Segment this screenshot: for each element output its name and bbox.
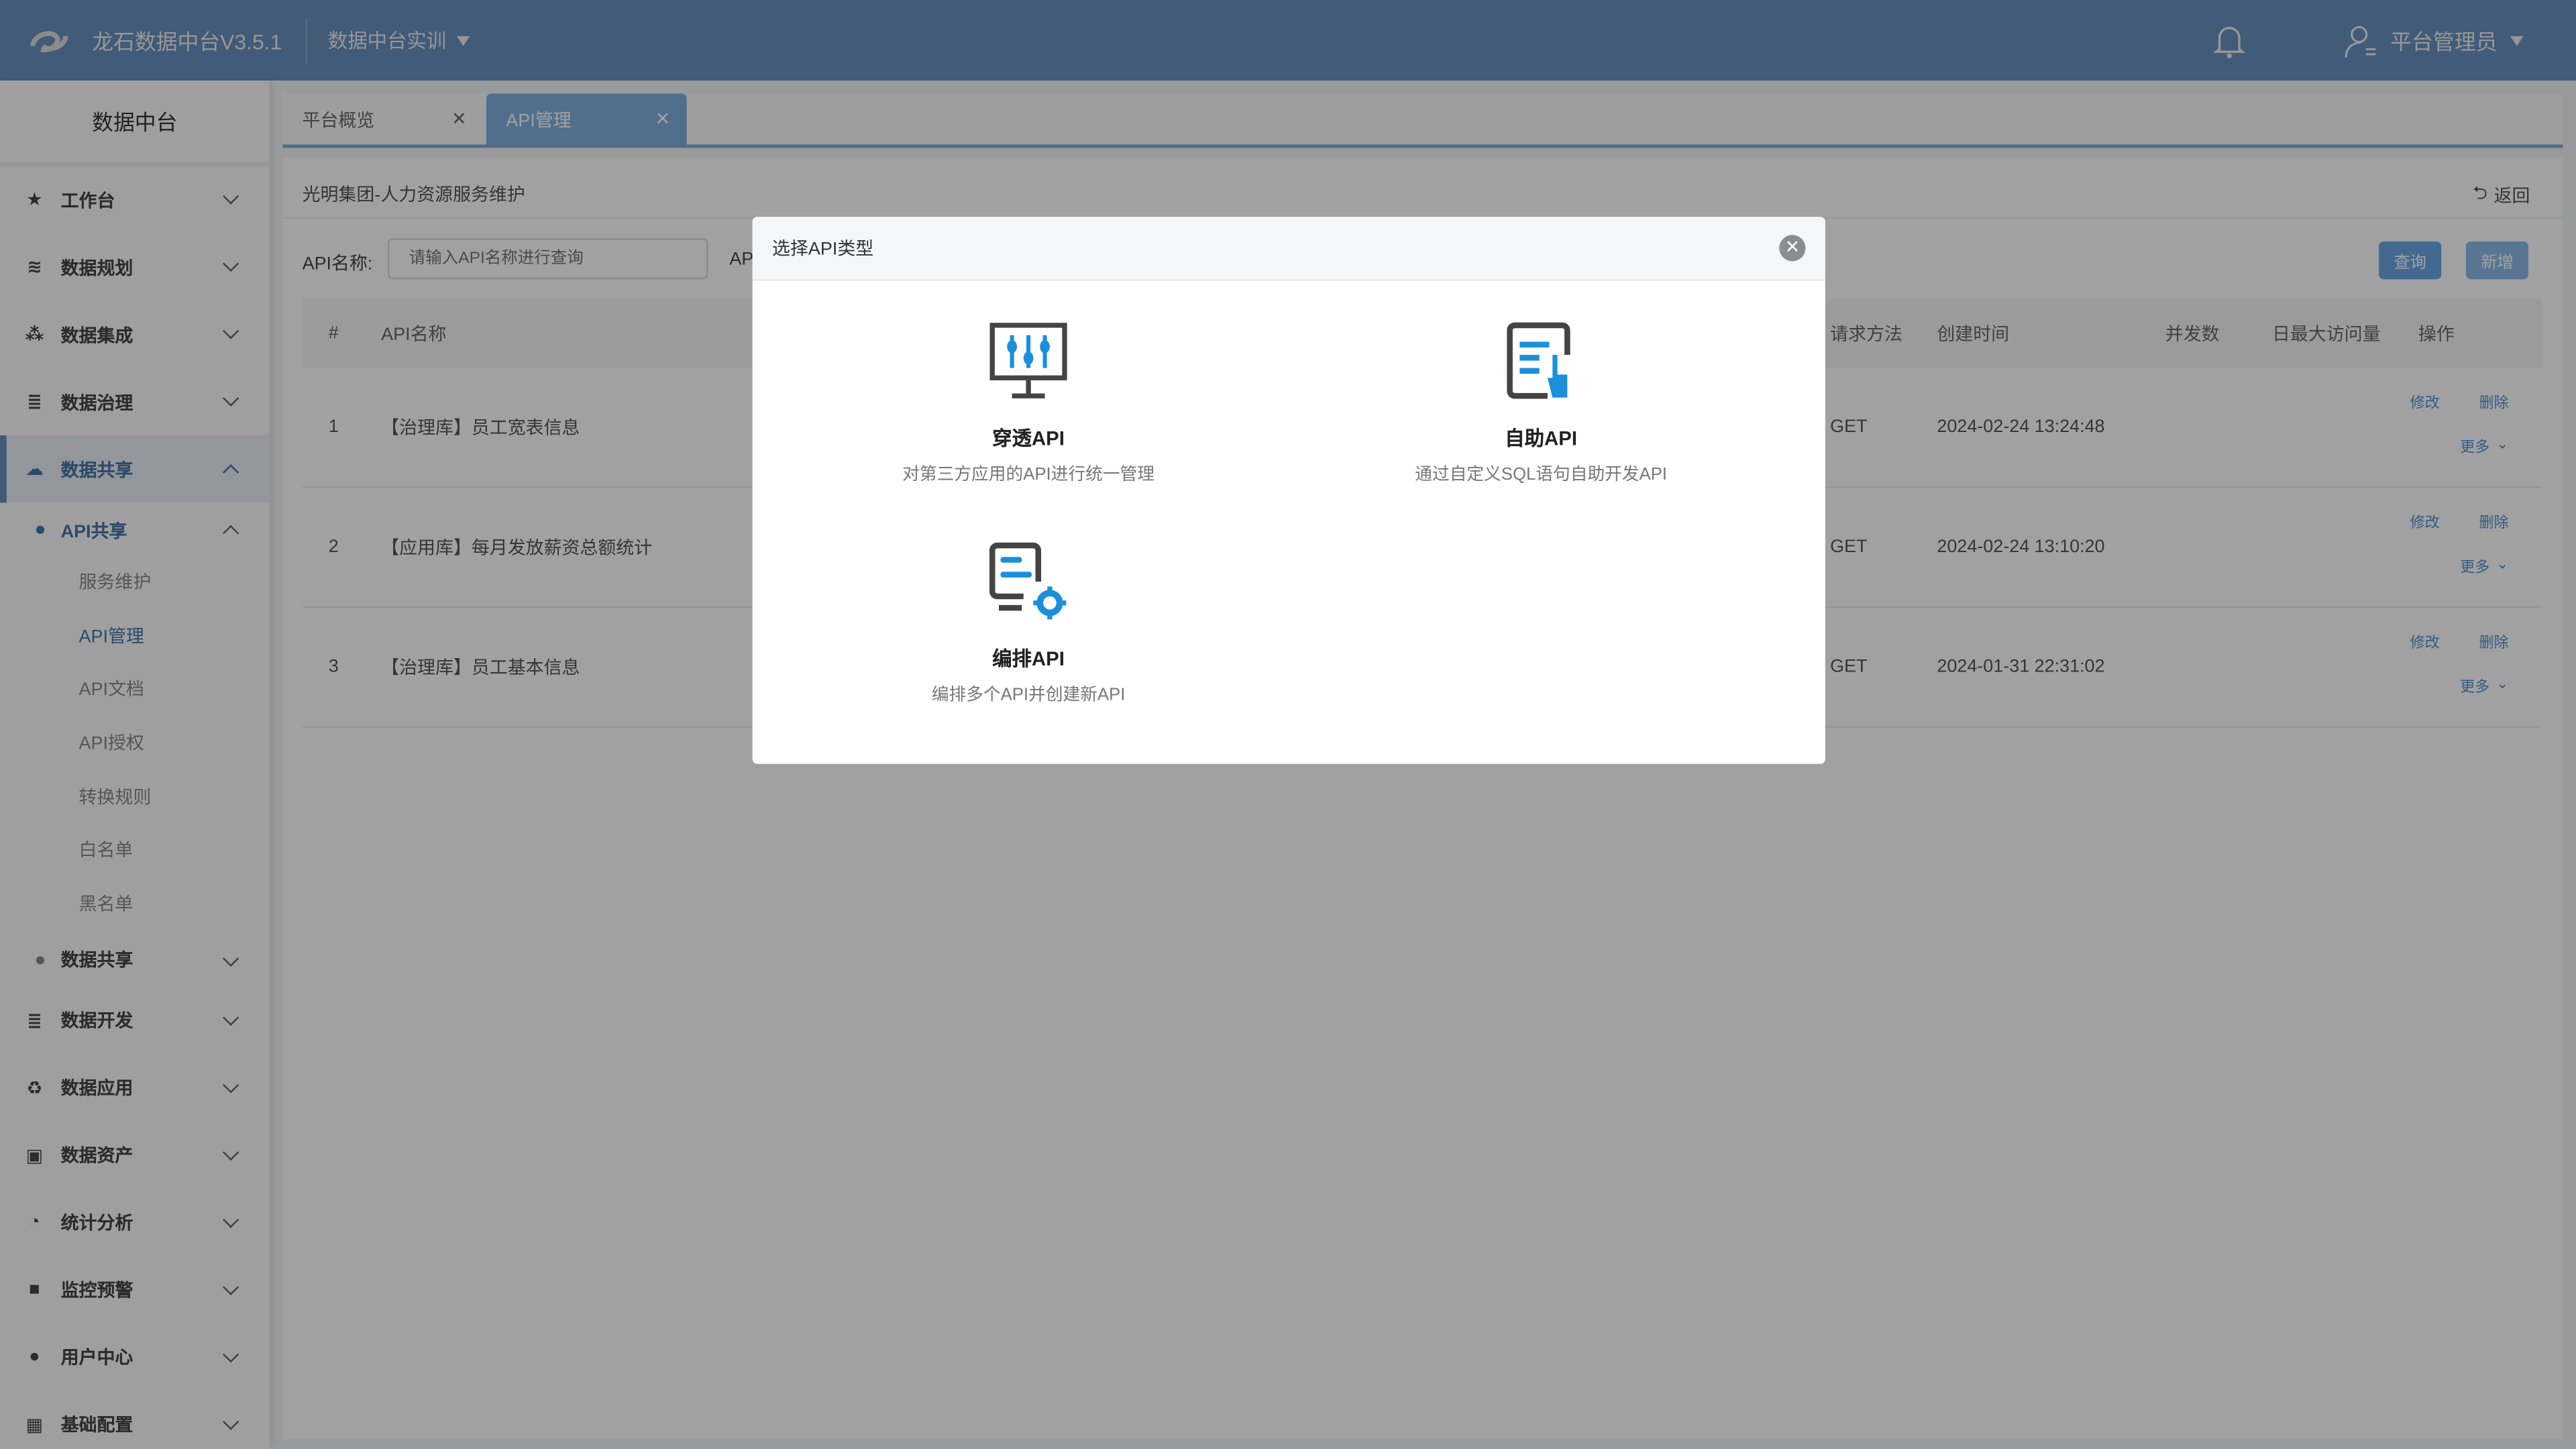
close-icon[interactable]: ✕ [1779, 235, 1806, 262]
select-api-type-dialog: 选择API类型 ✕ 穿透API 对第三方应用的API进行统一管理 自助API 通… [752, 217, 1825, 764]
option-selfservice-api[interactable]: 自助API 通过自定义SQL语句自助开发API [1377, 322, 1705, 486]
option-title: 自助API [1505, 427, 1578, 451]
option-title: 编排API [992, 647, 1065, 671]
document-gear-icon [989, 542, 1067, 620]
option-desc: 对第三方应用的API进行统一管理 [902, 465, 1155, 485]
option-desc: 通过自定义SQL语句自助开发API [1415, 465, 1668, 485]
dialog-title: 选择API类型 [772, 239, 874, 260]
dialog-header: 选择API类型 [752, 217, 1825, 281]
option-desc: 编排多个API并创建新API [931, 685, 1126, 705]
option-passthrough-api[interactable]: 穿透API 对第三方应用的API进行统一管理 [864, 322, 1193, 486]
option-title: 穿透API [992, 427, 1065, 451]
monitor-sliders-icon [989, 323, 1067, 398]
document-hand-icon [1507, 322, 1570, 399]
option-orchestration-api[interactable]: 编排API 编排多个API并创建新API [864, 542, 1193, 706]
